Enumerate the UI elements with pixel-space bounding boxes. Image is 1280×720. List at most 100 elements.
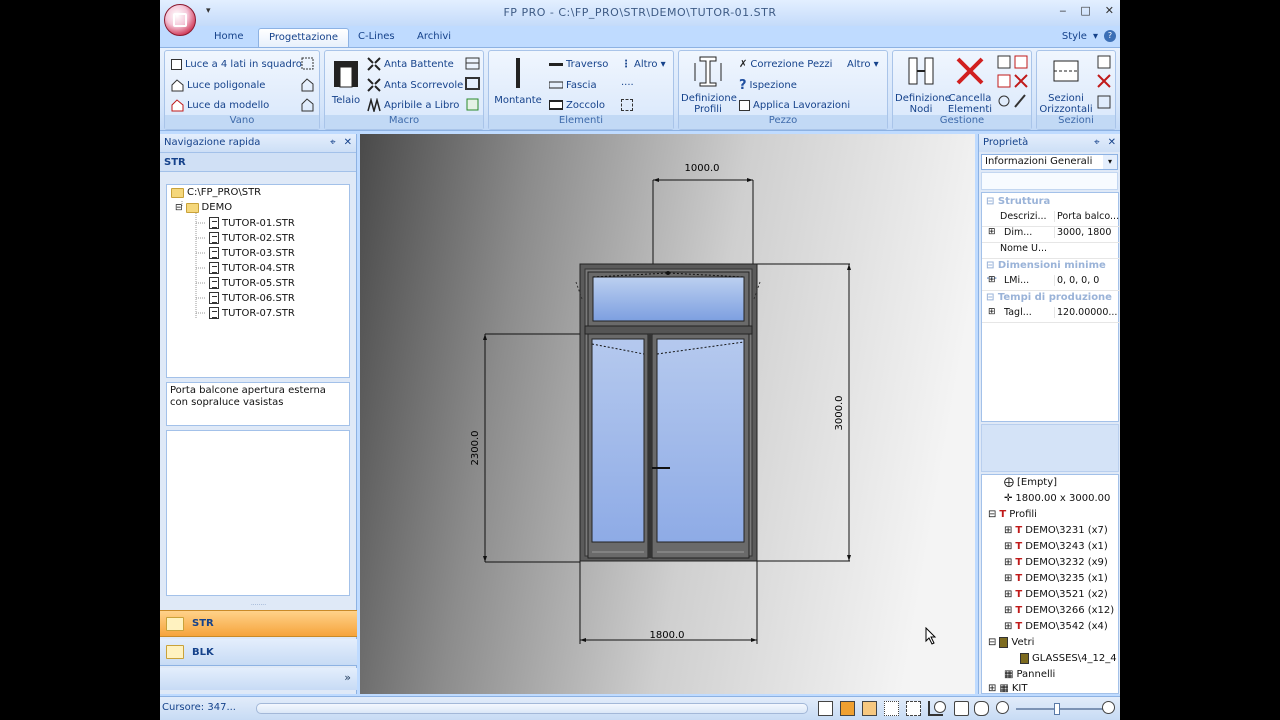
ispezione-button[interactable]: ? Ispezione xyxy=(739,76,797,94)
sliding-sash-icon xyxy=(367,78,381,92)
tree-node-profile[interactable]: ⊞ T DEMO\3243 (x1) xyxy=(1004,541,1108,552)
pin-icon[interactable]: ⌖ xyxy=(330,137,336,149)
help-icon[interactable]: ? xyxy=(1104,30,1116,42)
tab-c-lines[interactable]: C-Lines xyxy=(348,28,405,47)
grid-icon[interactable] xyxy=(884,701,899,716)
property-row[interactable]: ⊞ Tagl... 120.00000... xyxy=(982,307,1120,323)
tree-file[interactable]: TUTOR-02.STR xyxy=(209,232,295,244)
tab-archivi[interactable]: Archivi xyxy=(407,28,461,47)
hand-pan-icon[interactable] xyxy=(974,701,989,716)
tree-node-profile[interactable]: ⊞ T DEMO\3521 (x2) xyxy=(1004,589,1108,600)
pan-window-icon[interactable] xyxy=(954,701,969,716)
expand-icon[interactable]: ⊞ xyxy=(988,227,996,237)
render-icon[interactable] xyxy=(840,701,855,716)
tree-node-glass[interactable]: GLASSES\4_12_4 xyxy=(1020,653,1117,664)
nav-button-str[interactable]: STR xyxy=(160,610,357,637)
zoom-in-icon[interactable] xyxy=(1102,701,1115,714)
style-dropdown-icon[interactable]: ▾ xyxy=(1093,31,1098,42)
property-category[interactable]: ⊟ Struttura xyxy=(982,195,1120,210)
definizione-profili-button[interactable]: Definizione Profili xyxy=(681,55,737,115)
pin-icon[interactable]: ⌖ xyxy=(1094,137,1100,149)
property-row[interactable]: Descrizi... Porta balco... xyxy=(982,211,1120,227)
zoom-slider[interactable] xyxy=(1016,708,1104,710)
fascia-button[interactable]: Fascia xyxy=(549,76,597,94)
tab-home[interactable]: Home xyxy=(204,28,254,47)
properties-category-select[interactable]: Informazioni Generali ▾ xyxy=(981,154,1118,170)
tree-node-kit[interactable]: ⊞ ▦ KIT xyxy=(988,683,1027,693)
str-file-icon xyxy=(209,217,219,229)
luce-4-lati-button[interactable]: Luce a 4 lati in squadro xyxy=(171,55,302,73)
tree-node-profile[interactable]: ⊞ T DEMO\3235 (x1) xyxy=(1004,573,1108,584)
tree-node-pannelli[interactable]: ▦ Pannelli xyxy=(1004,669,1055,680)
chevron-down-icon[interactable]: ▾ xyxy=(1103,155,1117,169)
expand-icon[interactable]: ⊞ xyxy=(988,307,996,317)
quick-navigation-subheader: STR xyxy=(160,152,356,172)
zoccolo-button[interactable]: Zoccolo xyxy=(549,96,605,114)
tree-file[interactable]: TUTOR-05.STR xyxy=(209,277,295,289)
nav-more-button[interactable]: » xyxy=(160,668,357,690)
traverso-button[interactable]: Traverso xyxy=(549,55,608,73)
property-grid: ⊟ Struttura Descrizi... Porta balco... ⊞ D… xyxy=(981,192,1120,422)
nav-button-blk[interactable]: BLK xyxy=(160,639,357,666)
tree-node-dimensions[interactable]: ✛ 1800.00 x 3000.00 xyxy=(1004,493,1110,504)
tree-node-empty[interactable]: ⨁ [Empty] xyxy=(1004,477,1057,488)
snap-icon[interactable] xyxy=(906,701,921,716)
tree-node-profile[interactable]: ⊞ T DEMO\3542 (x4) xyxy=(1004,621,1108,632)
apribile-a-libro-button[interactable]: Apribile a Libro xyxy=(367,96,459,114)
property-row[interactable]: Nome U... xyxy=(982,243,1120,259)
preview-area xyxy=(166,430,350,596)
style-menu[interactable]: Style xyxy=(1062,31,1087,42)
pezzo-altro-button[interactable]: Altro ▾ xyxy=(847,55,879,73)
luce-da-modello-button[interactable]: Luce da modello xyxy=(171,96,269,114)
band-icon xyxy=(549,81,563,89)
tab-progettazione[interactable]: Progettazione xyxy=(258,28,349,47)
panel-close-icon[interactable]: ✕ xyxy=(344,137,352,149)
property-description-area xyxy=(981,424,1119,472)
montante-button[interactable]: Montante xyxy=(493,57,543,106)
tree-file[interactable]: TUTOR-01.STR xyxy=(209,217,295,229)
zoom-slider-thumb[interactable] xyxy=(1054,703,1060,715)
tree-node-profile[interactable]: ⊞ T DEMO\3266 (x12) xyxy=(1004,605,1114,616)
zoom-out-icon[interactable] xyxy=(996,701,1009,714)
group-macro: Telaio Anta Battente Anta Scorrevole Apr… xyxy=(324,50,484,130)
elementi-altro-button[interactable]: ⋮ Altro ▾ xyxy=(621,55,666,73)
application-menu-button[interactable] xyxy=(164,4,196,36)
tree-folder-demo[interactable]: ⊟ DEMO xyxy=(175,202,232,213)
tree-node-profili[interactable]: ⊟ T Profili xyxy=(988,509,1037,520)
definizione-nodi-button[interactable]: Definizione Nodi xyxy=(895,55,951,115)
anta-scorrevole-button[interactable]: Anta Scorrevole xyxy=(367,76,463,94)
splitter-grip[interactable]: ········ xyxy=(160,603,357,609)
property-row[interactable]: ⊞ Dim... 3000, 1800 xyxy=(982,227,1120,243)
horizontal-scrollbar[interactable] xyxy=(256,703,808,714)
applica-lavorazioni-button[interactable]: Applica Lavorazioni xyxy=(739,96,850,114)
luce-poligonale-button[interactable]: Luce poligonale xyxy=(171,76,265,94)
minimize-button[interactable]: ‒ xyxy=(1059,4,1066,17)
tree-root[interactable]: C:\FP_PRO\STR xyxy=(171,187,261,198)
tree-file[interactable]: TUTOR-04.STR xyxy=(209,262,295,274)
restore-button[interactable]: □ xyxy=(1080,4,1090,17)
close-button[interactable]: ✕ xyxy=(1105,4,1114,17)
property-category[interactable]: ⊟ Tempi di produzione xyxy=(982,291,1120,306)
telaio-button[interactable]: Telaio xyxy=(329,57,363,106)
zoom-extents-icon[interactable] xyxy=(818,701,833,716)
zoom-icon[interactable] xyxy=(934,701,946,713)
grid-fill-button[interactable] xyxy=(621,96,633,114)
cancella-elementi-button[interactable]: Cancella Elementi xyxy=(947,55,993,115)
machining-icon xyxy=(739,99,750,111)
property-category[interactable]: ⊟ Dimensioni minime ... xyxy=(982,259,1120,282)
property-row[interactable]: ⊞ LMi... 0, 0, 0, 0 xyxy=(982,275,1120,291)
tree-file[interactable]: TUTOR-07.STR xyxy=(209,307,295,319)
tree-node-profile[interactable]: ⊞ T DEMO\3231 (x7) xyxy=(1004,525,1108,536)
tree-node-vetri[interactable]: ⊟ Vetri xyxy=(988,637,1034,648)
expand-icon[interactable]: ⊞ xyxy=(988,275,996,285)
layers-icon[interactable] xyxy=(862,701,877,716)
correzione-pezzi-button[interactable]: ✗ Correzione Pezzi xyxy=(739,55,832,73)
sezioni-orizzontali-button[interactable]: Sezioni Orizzontali xyxy=(1039,55,1093,115)
tree-file[interactable]: TUTOR-06.STR xyxy=(209,292,295,304)
dotted-line-button[interactable]: ···· xyxy=(621,76,634,94)
drawing-canvas[interactable]: 1000.0 1800.0 2300.0 3000.0 xyxy=(360,134,975,694)
tree-file[interactable]: TUTOR-03.STR xyxy=(209,247,295,259)
tree-node-profile[interactable]: ⊞ T DEMO\3232 (x9) xyxy=(1004,557,1108,568)
panel-close-icon[interactable]: ✕ xyxy=(1108,137,1116,149)
anta-battente-button[interactable]: Anta Battente xyxy=(367,55,454,73)
